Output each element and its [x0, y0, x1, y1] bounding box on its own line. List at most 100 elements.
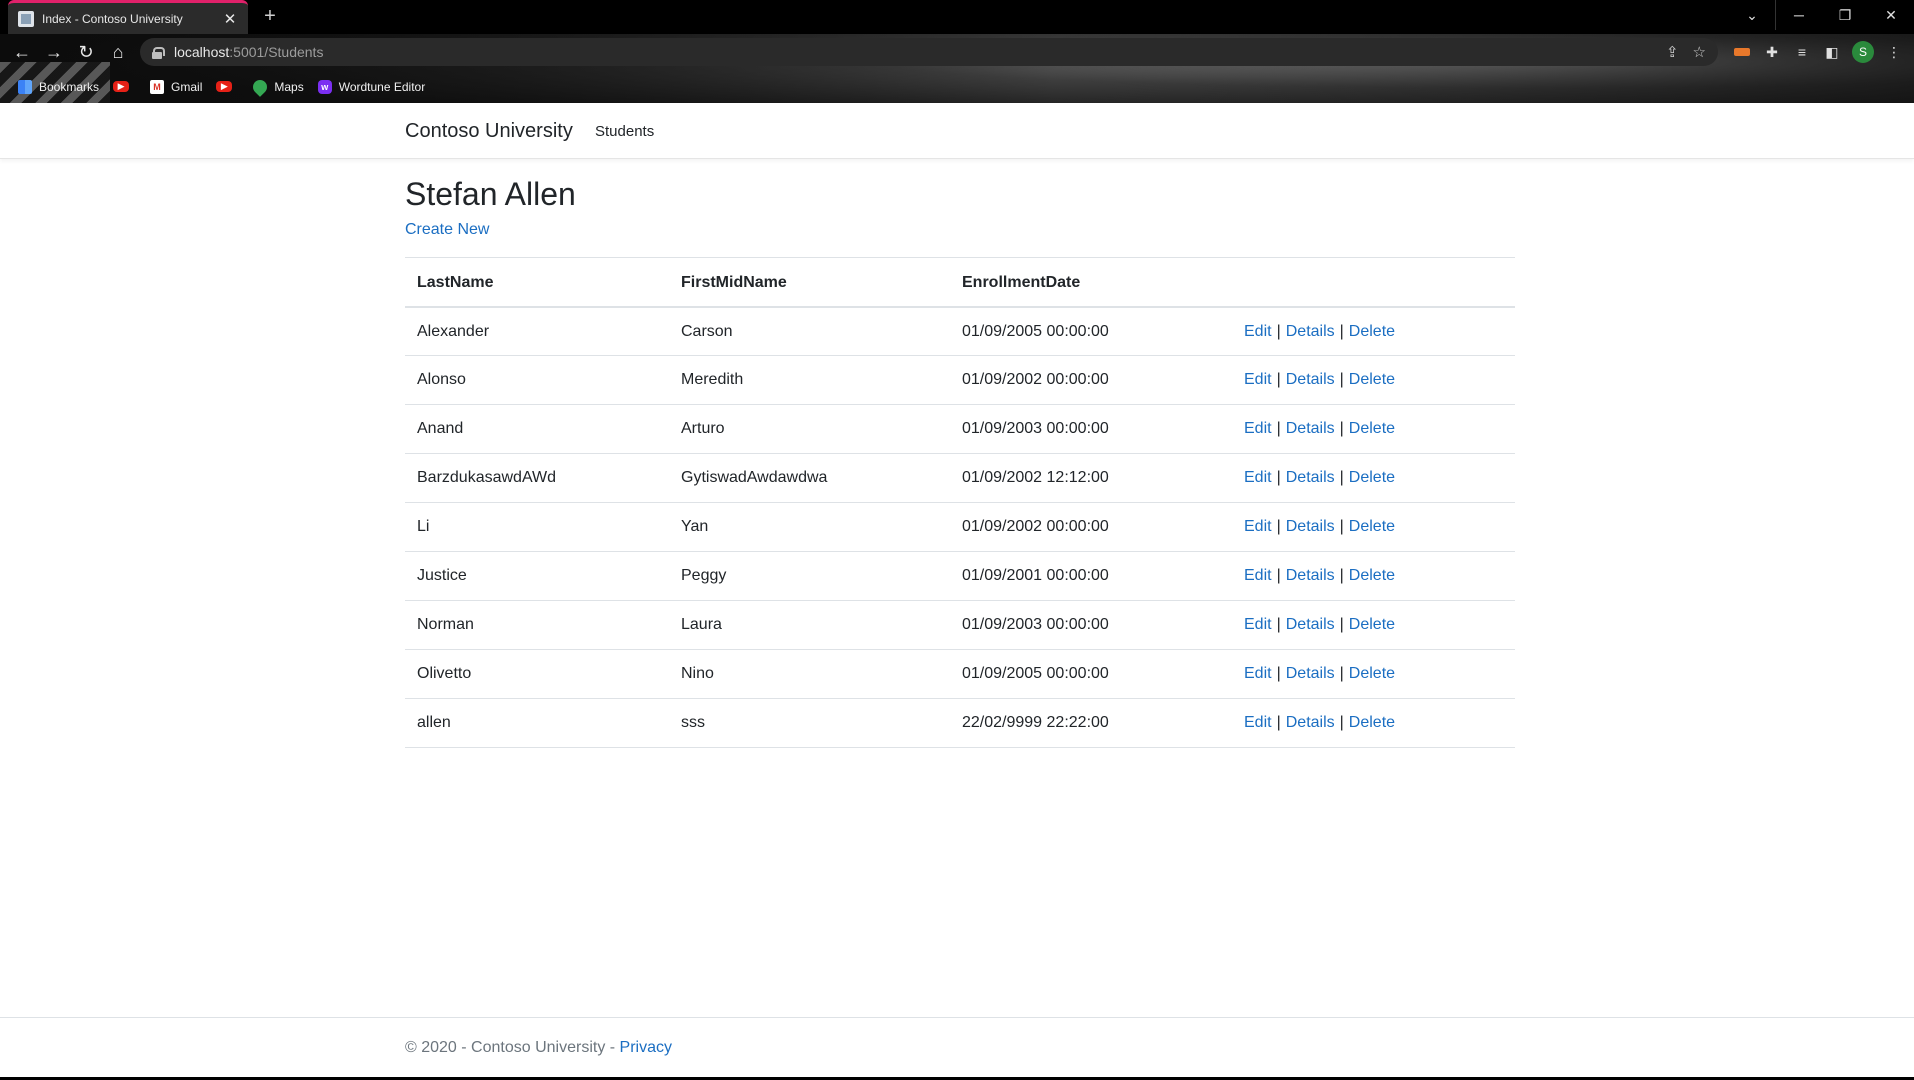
- page-favicon-icon: [18, 10, 34, 27]
- privacy-link[interactable]: Privacy: [620, 1039, 672, 1056]
- web-page: Contoso University Students Stefan Allen…: [0, 103, 1914, 1077]
- edit-link[interactable]: Edit: [1244, 323, 1272, 340]
- new-tab-icon[interactable]: +: [258, 5, 282, 28]
- close-tab-icon[interactable]: ✕: [222, 10, 238, 28]
- bookmark-star-icon[interactable]: ☆: [1693, 43, 1706, 61]
- back-icon[interactable]: ←: [6, 36, 38, 68]
- action-separator: |: [1339, 616, 1344, 634]
- edit-link[interactable]: Edit: [1244, 665, 1272, 682]
- bookmark-item-youtube-2[interactable]: ▶: [216, 81, 239, 92]
- bookmark-label: Gmail: [171, 79, 203, 94]
- reading-list-icon[interactable]: ≡: [1792, 42, 1812, 62]
- delete-link[interactable]: Delete: [1349, 469, 1395, 486]
- delete-link[interactable]: Delete: [1349, 371, 1395, 388]
- delete-link[interactable]: Delete: [1349, 665, 1395, 682]
- nav-link-students[interactable]: Students: [595, 123, 654, 140]
- details-link[interactable]: Details: [1286, 469, 1335, 486]
- cell-lastname: allen: [405, 698, 669, 749]
- cell-lastname: Alexander: [405, 306, 669, 357]
- profile-avatar[interactable]: S: [1852, 41, 1874, 63]
- cell-firstmidname: Carson: [669, 306, 950, 357]
- edit-link[interactable]: Edit: [1244, 616, 1272, 633]
- maps-icon: [250, 76, 271, 97]
- brand-link[interactable]: Contoso University: [405, 120, 573, 143]
- home-icon[interactable]: ⌂: [102, 36, 134, 68]
- delete-link[interactable]: Delete: [1349, 616, 1395, 633]
- bookmark-label: Bookmarks: [39, 79, 100, 94]
- delete-link[interactable]: Delete: [1349, 420, 1395, 437]
- bookmark-item-wordtune[interactable]: w Wordtune Editor: [317, 79, 425, 94]
- page-title: Stefan Allen: [405, 176, 576, 212]
- table-row: allen sss 22/02/9999 22:22:00 Edit | Details |…: [405, 698, 1515, 749]
- table-header-row: LastName FirstMidName EnrollmentDate: [405, 257, 1515, 308]
- bookmark-item-youtube[interactable]: ▶: [113, 81, 136, 92]
- create-new-link[interactable]: Create New: [405, 221, 489, 239]
- table-row: Olivetto Nino 01/09/2005 00:00:00 Edit | Deta…: [405, 649, 1515, 700]
- details-link[interactable]: Details: [1286, 371, 1335, 388]
- cell-firstmidname: Arturo: [669, 404, 950, 455]
- details-link[interactable]: Details: [1286, 665, 1335, 682]
- extensions-puzzle-icon[interactable]: ✚: [1762, 42, 1782, 62]
- cell-lastname: Olivetto: [405, 649, 669, 700]
- footer-text: © 2020 - Contoso University - Privacy: [405, 1039, 672, 1057]
- address-bar[interactable]: localhost:5001/Students ⇪ ☆: [140, 38, 1718, 66]
- action-separator: |: [1339, 371, 1344, 389]
- minimize-icon[interactable]: ─: [1776, 0, 1822, 30]
- youtube-icon: ▶: [113, 81, 130, 92]
- table-row: Li Yan 01/09/2002 00:00:00 Edit | Details | Del…: [405, 502, 1515, 553]
- action-separator: |: [1339, 714, 1344, 732]
- delete-link[interactable]: Delete: [1349, 323, 1395, 340]
- table-row: BarzdukasawdAWd GytiswadAwdawdwa 01/09/200…: [405, 453, 1515, 504]
- bookmark-item-bookmarks[interactable]: Bookmarks: [18, 79, 100, 94]
- edit-link[interactable]: Edit: [1244, 714, 1272, 731]
- column-header-lastname: LastName: [405, 257, 669, 308]
- bookmark-item-gmail[interactable]: M Gmail: [150, 79, 203, 94]
- action-separator: |: [1276, 616, 1281, 634]
- bookmark-label: Maps: [274, 79, 304, 94]
- reload-icon[interactable]: ↻: [70, 36, 102, 68]
- menu-kebab-icon[interactable]: ⋮: [1884, 42, 1904, 62]
- details-link[interactable]: Details: [1286, 616, 1335, 633]
- extension-icon[interactable]: [1732, 42, 1752, 62]
- delete-link[interactable]: Delete: [1349, 714, 1395, 731]
- edit-link[interactable]: Edit: [1244, 518, 1272, 535]
- restore-icon[interactable]: ❐: [1822, 0, 1868, 30]
- window-controls: ⌄ ─ ❐ ✕: [1729, 0, 1914, 30]
- details-link[interactable]: Details: [1286, 567, 1335, 584]
- browser-tab[interactable]: Index - Contoso University ✕: [8, 0, 248, 34]
- cell-firstmidname: Meredith: [669, 355, 950, 406]
- action-separator: |: [1276, 567, 1281, 585]
- edit-link[interactable]: Edit: [1244, 469, 1272, 486]
- edit-link[interactable]: Edit: [1244, 420, 1272, 437]
- lock-icon[interactable]: [152, 46, 165, 59]
- tab-search-icon[interactable]: ⌄: [1729, 0, 1775, 30]
- details-link[interactable]: Details: [1286, 714, 1335, 731]
- details-link[interactable]: Details: [1286, 518, 1335, 535]
- cell-lastname: Justice: [405, 551, 669, 602]
- action-separator: |: [1276, 322, 1281, 340]
- forward-icon[interactable]: →: [38, 36, 70, 68]
- edit-link[interactable]: Edit: [1244, 567, 1272, 584]
- side-panel-icon[interactable]: ◧: [1822, 42, 1842, 62]
- share-icon[interactable]: ⇪: [1666, 43, 1679, 61]
- close-window-icon[interactable]: ✕: [1868, 0, 1914, 30]
- bookmark-item-maps[interactable]: Maps: [250, 76, 304, 97]
- cell-enrollmentdate: 01/09/2005 00:00:00: [950, 649, 1232, 700]
- youtube-icon: ▶: [216, 81, 233, 92]
- delete-link[interactable]: Delete: [1349, 567, 1395, 584]
- details-link[interactable]: Details: [1286, 323, 1335, 340]
- students-table: LastName FirstMidName EnrollmentDate Ale…: [405, 257, 1515, 749]
- tab-strip: Index - Contoso University ✕ + ⌄ ─ ❐ ✕: [0, 0, 1914, 34]
- extensions-area: ✚ ≡ ◧ S ⋮: [1732, 34, 1914, 70]
- delete-link[interactable]: Delete: [1349, 518, 1395, 535]
- cell-lastname: Anand: [405, 404, 669, 455]
- action-separator: |: [1339, 420, 1344, 438]
- edit-link[interactable]: Edit: [1244, 371, 1272, 388]
- cell-actions: Edit | Details | Delete: [1232, 649, 1515, 700]
- cell-enrollmentdate: 01/09/2002 00:00:00: [950, 355, 1232, 406]
- details-link[interactable]: Details: [1286, 420, 1335, 437]
- table-row: Norman Laura 01/09/2003 00:00:00 Edit | Detai…: [405, 600, 1515, 651]
- cell-firstmidname: Laura: [669, 600, 950, 651]
- column-header-firstmidname: FirstMidName: [669, 257, 950, 308]
- action-separator: |: [1339, 665, 1344, 683]
